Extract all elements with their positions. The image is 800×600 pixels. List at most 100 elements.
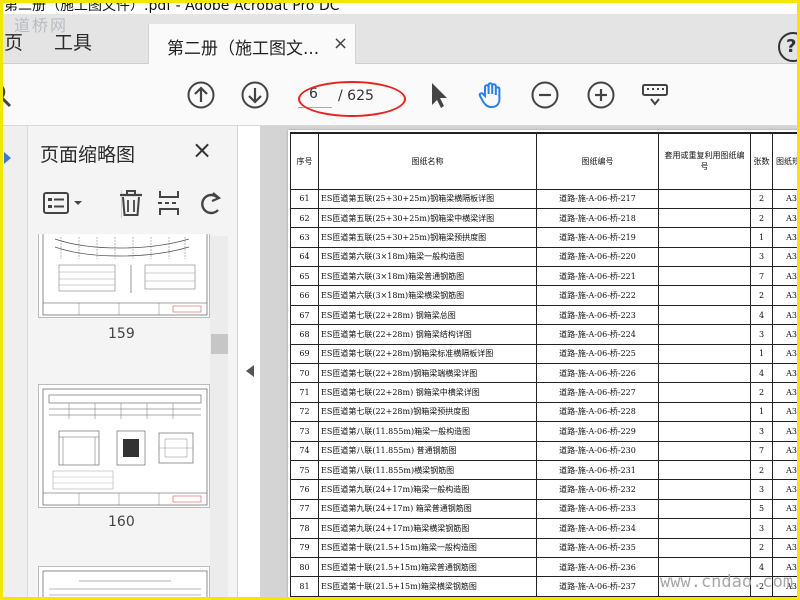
thumbnail-drawing (42, 234, 208, 316)
cell-size: A3 (772, 479, 800, 500)
cell-size: A3 (772, 440, 800, 461)
cell-no: 71 (290, 382, 319, 403)
thumbnail-page[interactable] (38, 384, 210, 508)
cell-reuse (658, 207, 751, 229)
tab-document[interactable]: 第二册（施工图文... × (148, 24, 356, 64)
cell-reuse (658, 479, 751, 500)
rotate-icon[interactable] (196, 188, 226, 218)
table-row: 79 ES匝道第十联(21.5+15m)箱梁一般构造图 道路-施-A-06-桥-23… (290, 537, 800, 558)
thumbnail-sidebar: 页面缩略图 × 159 160 (0, 126, 238, 600)
sidebar-scroll-thumb[interactable] (211, 334, 228, 354)
cell-reuse (658, 285, 751, 306)
table-body: 61 ES匝道第五联(25+30+25m)钢箱梁横隔板详图 道路-施-A-06-桥-… (290, 188, 800, 597)
keyboard-icon[interactable] (640, 80, 670, 110)
cell-name: ES匝道第九联(24+17m) 箱梁普通钢筋图 (318, 498, 537, 520)
cell-code: 道路-施-A-06-桥-225 (536, 343, 659, 365)
cell-name: ES匝道第六联(3×18m)箱梁一般构造图 (318, 246, 537, 268)
cell-size: A3 (772, 537, 800, 558)
cell-no: 70 (290, 363, 319, 384)
cell-no: 62 (290, 207, 319, 229)
thumbnail-label: 160 (108, 514, 135, 530)
cell-reuse (658, 363, 751, 384)
zoom-icon[interactable] (0, 80, 16, 110)
cell-count: 3 (750, 479, 773, 500)
cell-no: 61 (290, 188, 319, 209)
delete-icon[interactable] (116, 188, 146, 218)
table-row: 77 ES匝道第九联(24+17m) 箱梁普通钢筋图 道路-施-A-06-桥-233… (290, 498, 800, 520)
cell-size: A3 (772, 363, 800, 384)
cell-reuse (658, 343, 751, 365)
thumbnail-page[interactable] (38, 566, 210, 600)
cell-count: 1 (750, 401, 773, 423)
cell-count: 2 (750, 537, 773, 558)
cell-count: 4 (750, 304, 773, 326)
document-view[interactable]: 序号 图纸名称 图纸编号 套用或重复利用图纸编号 张数 图纸规格 61ES匝道第… (260, 126, 800, 600)
header-no: 序号 (290, 132, 319, 190)
cell-count: 1 (750, 343, 773, 365)
cell-count: 2 (750, 382, 773, 403)
next-page-icon[interactable] (240, 80, 270, 110)
thumbnail-list[interactable]: 159 160 (28, 234, 228, 600)
cell-reuse (658, 304, 751, 326)
table-row: 71 ES匝道第七联(22+28m) 钢箱梁中横梁详图 道路-施-A-06-桥-22… (290, 382, 800, 403)
cell-count: 5 (750, 498, 773, 520)
cell-reuse (658, 266, 751, 287)
cell-name: ES匝道第九联(24+17m)箱梁横梁钢筋图 (318, 518, 537, 539)
cell-size: A3 (772, 285, 800, 306)
sidebar-active-caret-icon (4, 152, 11, 164)
zoom-out-icon[interactable] (530, 80, 560, 110)
help-icon[interactable]: ? (778, 32, 800, 62)
cell-code: 道路-施-A-06-桥-229 (536, 421, 659, 442)
cell-no: 74 (290, 440, 319, 461)
cell-no: 66 (290, 285, 319, 306)
panel-toolbar (28, 182, 238, 232)
panel-title: 页面缩略图 (40, 144, 136, 166)
cell-count: 7 (750, 440, 773, 461)
cell-count: 2 (750, 459, 773, 481)
cell-name: ES匝道第八联(11.855m)箱梁一般构造图 (318, 421, 537, 442)
cell-name: ES匝道第八联(11.855m)横梁钢筋图 (318, 459, 537, 481)
cell-code: 道路-施-A-06-桥-232 (536, 479, 659, 500)
table-row: 74 ES匝道第八联(11.855m) 普通钢筋图 道路-施-A-06-桥-230 7… (290, 440, 800, 461)
cell-name: ES匝道第十联(21.5+15m)箱梁普通钢筋图 (318, 556, 537, 578)
cell-no: 77 (290, 498, 319, 520)
cell-code: 道路-施-A-06-桥-220 (536, 246, 659, 268)
cell-size: A3 (772, 324, 800, 345)
header-name: 图纸名称 (318, 132, 537, 190)
tab-document-label: 第二册（施工图文... (167, 39, 320, 59)
select-cursor-icon[interactable] (424, 80, 454, 110)
cell-no: 72 (290, 401, 319, 423)
cell-count: 1 (750, 227, 773, 248)
cell-reuse (658, 324, 751, 345)
cell-reuse (658, 498, 751, 520)
cell-name: ES匝道第五联(25+30+25m)钢箱梁中横梁详图 (318, 207, 537, 229)
cell-no: 81 (290, 576, 319, 597)
cell-no: 79 (290, 537, 319, 558)
cell-name: ES匝道第七联(22+28m) 钢箱梁中横梁详图 (318, 382, 537, 403)
cell-name: ES匝道第五联(25+30+25m)钢箱梁预拱度图 (318, 227, 537, 248)
thumbnail-options-icon[interactable] (42, 188, 86, 218)
cell-no: 76 (290, 479, 319, 500)
close-tab-icon[interactable]: × (333, 33, 348, 54)
split-page-icon[interactable] (156, 188, 186, 218)
sidebar-scrollbar[interactable] (210, 236, 228, 600)
cell-no: 75 (290, 459, 319, 481)
cell-reuse (658, 382, 751, 403)
cell-count: 3 (750, 421, 773, 442)
cell-size: A3 (772, 459, 800, 481)
cell-code: 道路-施-A-06-桥-218 (536, 207, 659, 229)
close-panel-icon[interactable]: × (192, 136, 212, 164)
thumbnail-page[interactable] (38, 234, 210, 318)
cell-name: ES匝道第九联(24+17m)箱梁一般构造图 (318, 479, 537, 500)
cell-code: 道路-施-A-06-桥-223 (536, 304, 659, 326)
cell-count: 2 (750, 285, 773, 306)
cell-size: A3 (772, 207, 800, 229)
collapse-sidebar-icon[interactable] (246, 365, 254, 377)
cell-no: 68 (290, 324, 319, 345)
zoom-in-icon[interactable] (586, 80, 616, 110)
watermark-top: 道桥网 (14, 16, 69, 35)
tab-bar: 页 工具 第二册（施工图文... × ? (0, 14, 800, 64)
cell-code: 道路-施-A-06-桥-234 (536, 518, 659, 539)
prev-page-icon[interactable] (186, 80, 216, 110)
hand-tool-icon[interactable] (476, 80, 506, 110)
